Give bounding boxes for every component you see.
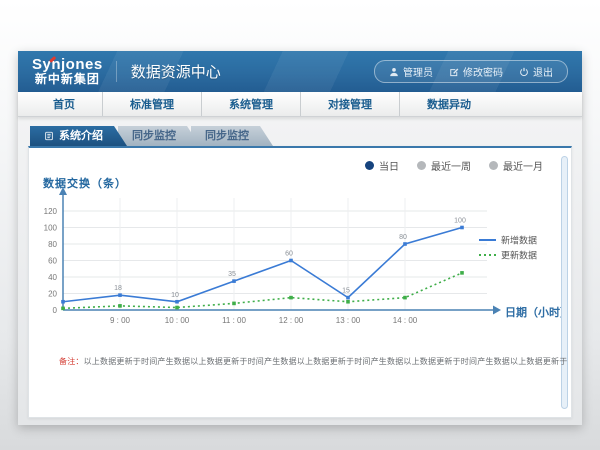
nav-item-standard-mgmt[interactable]: 标准管理 <box>102 92 201 116</box>
app-header: Synjones 新中新集团 数据资源中心 管理员 修改密码 退出 <box>18 51 582 92</box>
svg-text:0: 0 <box>53 306 58 315</box>
svg-text:10: 10 <box>171 292 179 299</box>
nav-item-data-change[interactable]: 数据异动 <box>399 92 498 116</box>
svg-text:9 : 00: 9 : 00 <box>110 316 131 325</box>
line-chart: 0 20 40 60 80 100 120 9 : 00 10 : 00 11 : 00 12 : … <box>39 184 569 334</box>
nav-item-interface-mgmt[interactable]: 对接管理 <box>300 92 399 116</box>
content-area: 系统介绍 同步监控 同步监控 当日 最近一周 <box>18 117 582 425</box>
nav-item-home[interactable]: 首页 <box>26 92 102 116</box>
svg-text:12 : 00: 12 : 00 <box>279 316 304 325</box>
svg-text:日期（小时）: 日期（小时） <box>505 305 569 319</box>
chart-panel: 当日 最近一周 最近一月 数据交换（条） 0204060801001209 : … <box>28 146 572 418</box>
svg-text:60: 60 <box>48 257 57 266</box>
svg-text:13 : 00: 13 : 00 <box>336 316 361 325</box>
radio-dot-icon <box>489 161 498 170</box>
tab-label: 系统介绍 <box>59 126 103 146</box>
radio-last-week[interactable]: 最近一周 <box>417 158 471 173</box>
radio-dot-icon <box>365 161 374 170</box>
person-icon <box>389 67 399 77</box>
radio-dot-icon <box>417 161 426 170</box>
note-label: 备注： <box>59 357 84 366</box>
edit-icon <box>449 67 459 77</box>
svg-text:14 : 00: 14 : 00 <box>393 316 418 325</box>
power-icon <box>519 67 529 77</box>
radio-last-month-label: 最近一月 <box>503 158 543 173</box>
page-background: Synjones 新中新集团 数据资源中心 管理员 修改密码 退出 <box>0 0 600 450</box>
svg-text:40: 40 <box>48 273 57 282</box>
logout-label: 退出 <box>533 64 553 79</box>
page-title: 数据资源中心 <box>116 61 221 82</box>
note-text: 以上数据更新于时间产生数据以上数据更新于时间产生数据以上数据更新于时间产生数据以… <box>84 357 568 366</box>
radio-today[interactable]: 当日 <box>365 158 399 173</box>
radio-last-week-label: 最近一周 <box>431 158 471 173</box>
document-icon <box>44 131 54 141</box>
time-range-filter: 当日 最近一周 最近一月 <box>365 158 543 173</box>
user-button[interactable]: 管理员 <box>381 64 441 79</box>
main-nav: 首页 标准管理 系统管理 对接管理 数据异动 <box>18 92 582 117</box>
svg-text:15: 15 <box>342 288 350 295</box>
svg-text:120: 120 <box>44 207 58 216</box>
app-window: Synjones 新中新集团 数据资源中心 管理员 修改密码 退出 <box>18 51 582 425</box>
logo-text: Synjones <box>32 57 103 73</box>
svg-text:100: 100 <box>454 218 466 225</box>
svg-text:35: 35 <box>228 271 236 278</box>
radio-last-month[interactable]: 最近一月 <box>489 158 543 173</box>
svg-text:80: 80 <box>48 240 57 249</box>
change-password-label: 修改密码 <box>463 64 503 79</box>
legend-label-1: 更新数据 <box>501 250 537 261</box>
footer-note: 备注：以上数据更新于时间产生数据以上数据更新于时间产生数据以上数据更新于时间产生… <box>59 356 567 367</box>
tab-system-intro[interactable]: 系统介绍 <box>30 126 127 146</box>
svg-text:80: 80 <box>399 234 407 241</box>
svg-text:11 : 00: 11 : 00 <box>222 316 246 325</box>
radio-today-label: 当日 <box>379 158 399 173</box>
svg-text:10 : 00: 10 : 00 <box>165 316 190 325</box>
svg-text:20: 20 <box>48 290 57 299</box>
legend-label-0: 新增数据 <box>501 235 537 246</box>
tab-sync-monitor-1[interactable]: 同步监控 <box>118 126 200 146</box>
chart-container: 0 20 40 60 80 100 120 9 : 00 10 : 00 11 : 00 12 : … <box>39 184 569 334</box>
company-logo: Synjones 新中新集团 <box>32 57 103 85</box>
tab-sync-monitor-2[interactable]: 同步监控 <box>191 126 273 146</box>
svg-text:60: 60 <box>285 251 293 258</box>
change-password-button[interactable]: 修改密码 <box>441 64 511 79</box>
user-button-label: 管理员 <box>403 64 433 79</box>
vertical-scrollbar[interactable] <box>561 156 568 409</box>
logout-button[interactable]: 退出 <box>511 64 561 79</box>
tab-bar: 系统介绍 同步监控 同步监控 <box>30 126 273 146</box>
user-toolbar: 管理员 修改密码 退出 <box>374 60 568 83</box>
nav-item-system-mgmt[interactable]: 系统管理 <box>201 92 300 116</box>
logo-subtext: 新中新集团 <box>32 73 103 86</box>
svg-text:100: 100 <box>44 224 58 233</box>
svg-text:18: 18 <box>114 285 122 292</box>
